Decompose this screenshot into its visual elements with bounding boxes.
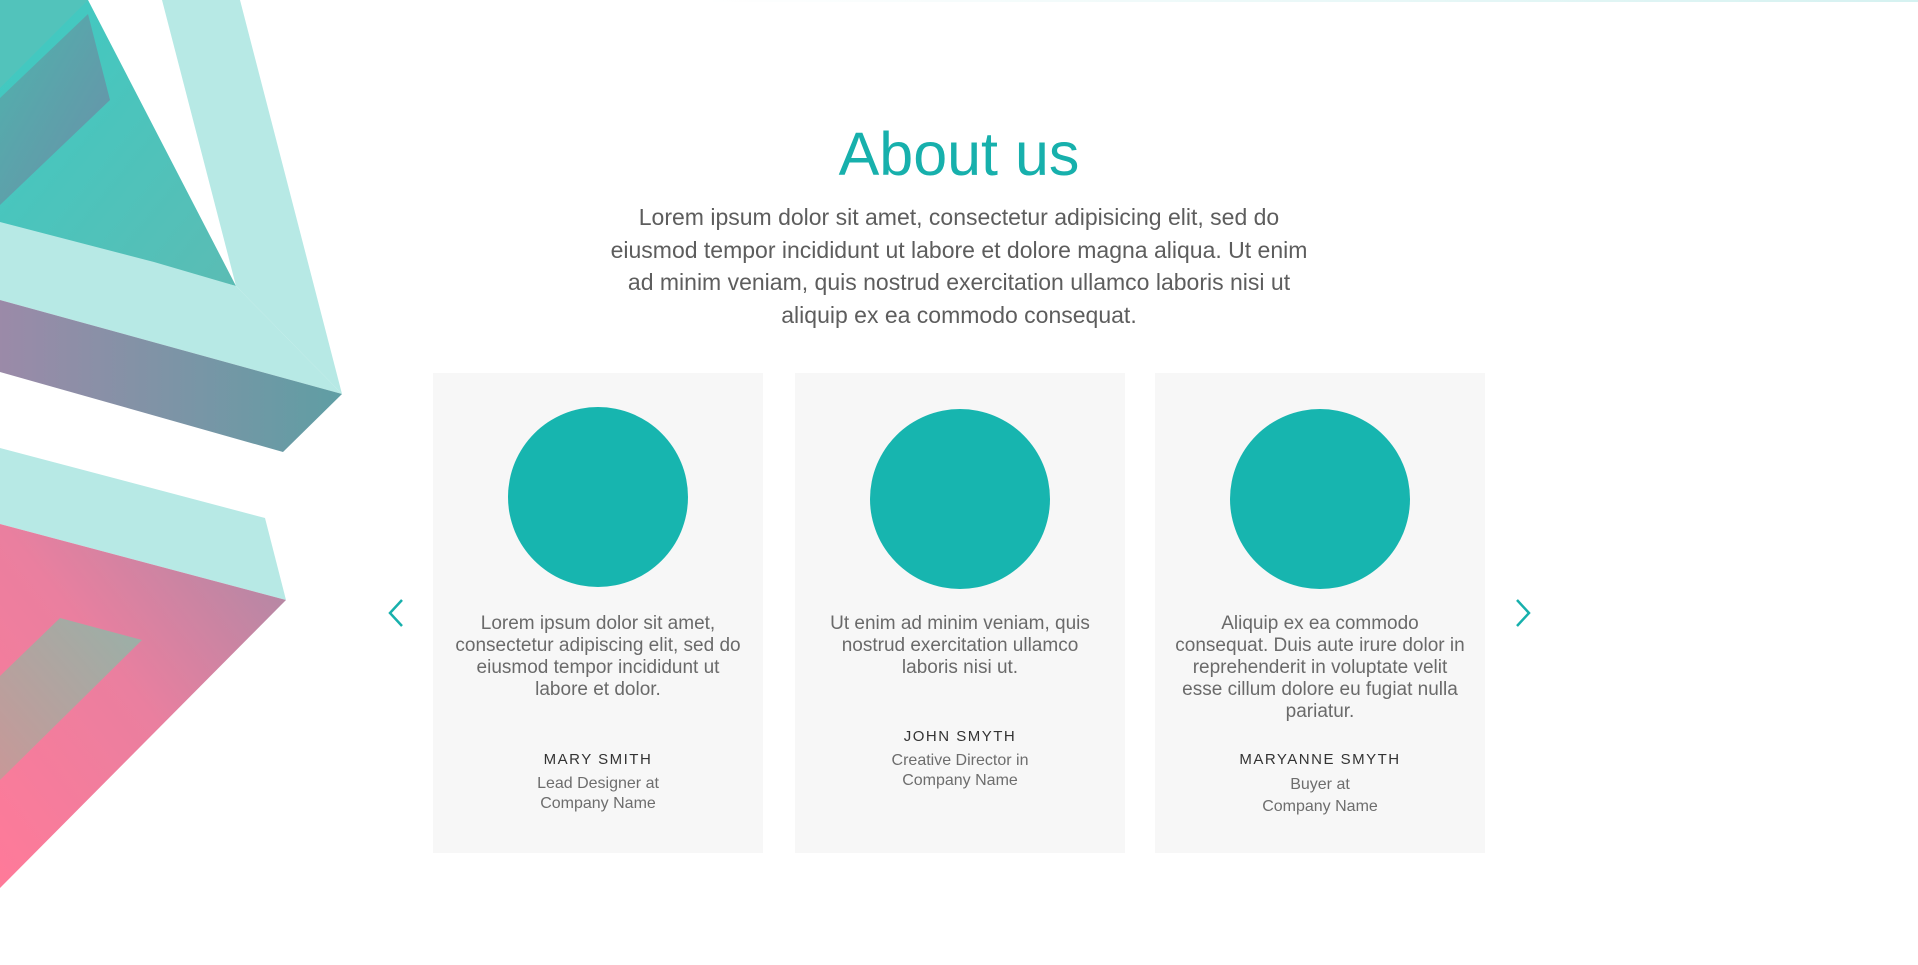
intro-text: Lorem ipsum dolor sit amet, consectetur …: [610, 204, 1308, 328]
carousel-prev-button[interactable]: [385, 596, 407, 630]
testimonial-quote: Lorem ipsum dolor sit amet, consectetur …: [455, 613, 741, 700]
role-line: Creative Director in: [891, 752, 1029, 769]
page-title: About us: [838, 120, 1080, 188]
avatar: [1230, 409, 1410, 589]
testimonial-card: Aliquip ex ea commodo consequat. Duis au…: [1155, 373, 1485, 853]
testimonial-card: Ut enim ad minim veniam, quis nostrud ex…: [795, 373, 1125, 853]
person-role: Buyer at Company Name: [1155, 774, 1485, 818]
person-name: MARY SMITH: [543, 751, 653, 768]
avatar: [870, 409, 1050, 589]
person-role: Lead Designer at Company Name: [433, 774, 763, 814]
testimonial-quote: Ut enim ad minim veniam, quis nostrud ex…: [830, 613, 1090, 678]
company-line: Company Name: [540, 795, 656, 812]
testimonial-quote: Aliquip ex ea commodo consequat. Duis au…: [1175, 613, 1465, 722]
about-page: About us Lorem ipsum dolor sit amet, con…: [0, 0, 1918, 965]
chevron-right-icon: [1516, 599, 1531, 627]
company-line: Company Name: [902, 772, 1018, 789]
person-name: JOHN SMYTH: [903, 728, 1017, 745]
company-line: Company Name: [1262, 798, 1378, 815]
top-divider: [700, 0, 1918, 2]
role-line: Lead Designer at: [537, 775, 659, 792]
person-role: Creative Director in Company Name: [795, 751, 1125, 791]
chevron-left-icon: [388, 599, 403, 627]
role-line: Buyer at: [1290, 776, 1350, 793]
avatar: [508, 407, 688, 587]
carousel-next-button[interactable]: [1512, 596, 1534, 630]
testimonial-card: Lorem ipsum dolor sit amet, consectetur …: [433, 373, 763, 853]
person-name: MARYANNE SMYTH: [1239, 751, 1401, 768]
